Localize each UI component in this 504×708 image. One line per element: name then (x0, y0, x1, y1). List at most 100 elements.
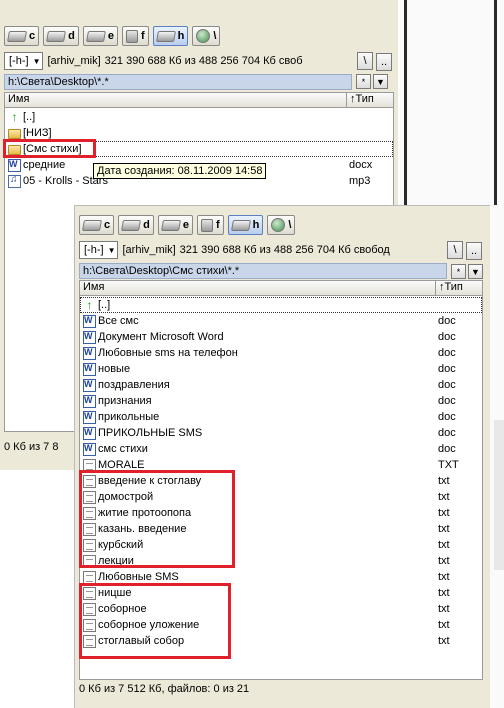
drive-letter: f (215, 219, 220, 231)
word-doc-icon (83, 314, 96, 328)
tooltip: Дата создания: 08.11.2009 14:58 (93, 163, 267, 179)
file-name: [..] (98, 299, 111, 311)
file-type: doc (438, 347, 456, 359)
drive-select[interactable]: [-h-] ▼ (4, 52, 44, 70)
list-item[interactable]: ПРИКОЛЬНЫЕ SMS doc (80, 425, 482, 441)
drive-button[interactable]: h (152, 26, 189, 46)
file-name-cell: Все смс (80, 314, 436, 328)
path-buttons: * ▼ (451, 264, 483, 279)
file-name: новые (98, 363, 131, 375)
drive-select-value: [-h-] (9, 55, 29, 67)
chevron-down-icon: ▼ (32, 56, 41, 66)
file-name: Документ Microsoft Word (98, 331, 224, 343)
star-button[interactable]: * (451, 264, 466, 279)
list-item[interactable]: ↑ [..] (80, 297, 482, 313)
list-item[interactable]: смс стихи doc (80, 441, 482, 457)
folder-icon (8, 129, 21, 139)
file-name-cell: признания (80, 394, 436, 408)
file-name-cell: Любовные sms на телефон (80, 346, 436, 360)
up-dir-button[interactable]: .. (466, 242, 482, 260)
drive-letter: h (177, 30, 185, 42)
hard-drive-icon (7, 30, 27, 42)
col-name-header[interactable]: Имя (80, 281, 436, 295)
file-name: прикольные (98, 411, 160, 423)
file-name: ПРИКОЛЬНЫЕ SMS (98, 427, 203, 439)
drive-letter: e (182, 219, 189, 231)
up-dir-button[interactable]: .. (376, 53, 392, 71)
chevron-down-icon: ▼ (107, 245, 116, 255)
drive-button[interactable]: f (196, 215, 224, 235)
list-header: Имя ↑Тип (5, 93, 393, 108)
file-type: txt (438, 635, 450, 647)
path-text: h:\Света\Desktop\Смс стихи\*.* (83, 265, 240, 277)
drive-button[interactable]: f (121, 26, 149, 46)
window-border (494, 0, 497, 205)
volume-info-bar: [-h-] ▼ [arhiv_mik] 321 390 688 Кб из 48… (4, 52, 303, 70)
word-doc-icon (83, 394, 96, 408)
drive-letter: e (107, 30, 114, 42)
list-header: Имя ↑Тип (80, 281, 482, 296)
history-dropdown-button[interactable]: ▼ (373, 74, 388, 89)
hard-drive-icon (230, 219, 251, 231)
list-item[interactable]: новые doc (80, 361, 482, 377)
drive-letter: h (252, 219, 260, 231)
hard-drive-icon (85, 30, 106, 42)
background-window-bottom (494, 420, 504, 570)
file-type: doc (438, 315, 456, 327)
drive-button[interactable]: d (43, 26, 79, 46)
file-type: TXT (438, 459, 459, 471)
status-bar: 0 Кб из 7 512 Кб, файлов: 0 из 21 (79, 683, 250, 695)
file-type: mp3 (349, 175, 371, 187)
drive-button[interactable]: d (118, 215, 154, 235)
word-doc-icon (83, 362, 96, 376)
drive-button[interactable]: h (227, 215, 264, 235)
file-type: txt (438, 475, 450, 487)
col-type-header[interactable]: ↑Тип (347, 93, 393, 107)
highlight-box (79, 470, 235, 568)
list-item[interactable]: прикольные doc (80, 409, 482, 425)
path-bar[interactable]: h:\Света\Desktop\Смс стихи\*.* (79, 263, 447, 279)
flash-drive-icon (200, 218, 213, 232)
file-type: txt (438, 491, 450, 503)
drive-button[interactable]: c (79, 215, 115, 235)
file-name-cell: прикольные (80, 410, 436, 424)
drive-button[interactable]: \ (192, 26, 221, 46)
root-button[interactable]: \ (357, 52, 373, 70)
list-item[interactable]: поздравления doc (80, 377, 482, 393)
history-dropdown-button[interactable]: ▼ (468, 264, 483, 279)
volume-info-bar: [-h-] ▼ [arhiv_mik] 321 390 688 Кб из 48… (79, 241, 390, 259)
drive-button[interactable]: e (82, 26, 118, 46)
drive-select[interactable]: [-h-] ▼ (79, 241, 119, 259)
file-name: смс стихи (98, 443, 148, 455)
col-type-header[interactable]: ↑Тип (436, 281, 482, 295)
file-type: doc (438, 331, 456, 343)
drive-button[interactable]: c (4, 26, 40, 46)
drive-button[interactable]: \ (267, 215, 296, 235)
audio-file-icon (8, 174, 21, 188)
word-doc-icon (8, 158, 21, 172)
list-item[interactable]: Документ Microsoft Word doc (80, 329, 482, 345)
drive-letter: \ (213, 30, 217, 42)
status-bar: 0 Кб из 7 8 (4, 441, 59, 453)
file-name-cell: ПРИКОЛЬНЫЕ SMS (80, 426, 436, 440)
file-type: txt (438, 523, 450, 535)
free-space: 321 390 688 Кб из 488 256 704 Кб своб (104, 55, 303, 67)
drive-button[interactable]: e (157, 215, 193, 235)
file-name: средние (23, 159, 66, 171)
star-button[interactable]: * (356, 74, 371, 89)
root-button[interactable]: \ (447, 241, 463, 259)
file-name: признания (98, 395, 152, 407)
list-item[interactable]: признания doc (80, 393, 482, 409)
col-name-header[interactable]: Имя (5, 93, 347, 107)
list-item[interactable]: Любовные sms на телефон doc (80, 345, 482, 361)
path-bar[interactable]: h:\Света\Desktop\*.* (4, 74, 352, 90)
file-type: docx (349, 159, 373, 171)
file-type: txt (438, 619, 450, 631)
list-item[interactable]: Все смс doc (80, 313, 482, 329)
window-border (404, 0, 407, 205)
list-item[interactable]: ↑ [..] (5, 109, 393, 125)
hard-drive-icon (160, 219, 181, 231)
word-doc-icon (83, 378, 96, 392)
up-arrow-icon: ↑ (86, 298, 93, 312)
highlight-box (79, 583, 231, 659)
